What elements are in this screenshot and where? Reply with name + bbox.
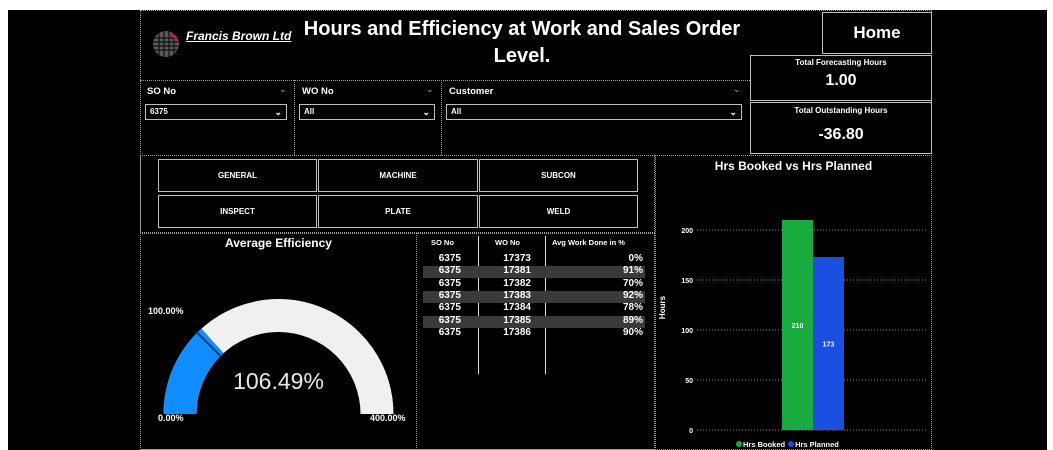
table-row[interactable]: 6375 17386 90% [423,326,645,340]
bar-data-label: 210 [792,323,804,330]
table-header-wo: WO No [495,238,520,247]
chart-legend: Hrs Booked Hrs Planned [736,440,839,449]
y-tick-label: 200 [681,228,693,235]
inspect-button[interactable]: INSPECT [158,195,317,228]
cell-avg: 0% [628,253,643,264]
chevron-down-icon: ⌄ [279,84,287,94]
home-button[interactable]: Home [822,12,932,54]
y-tick-label: 100 [681,328,693,335]
gauge-min-label: 0.00% [158,413,184,423]
filter-divider [441,80,442,155]
filter-divider [294,80,295,155]
y-tick-label: 50 [685,378,693,385]
wo-filter-label: WO No [302,86,334,97]
cell-wo: 17383 [503,289,531,301]
cell-so: 6375 [438,326,461,338]
cell-avg: 78% [622,302,643,314]
table-row[interactable]: 6375 17383 92% [423,289,645,303]
machine-button[interactable]: MACHINE [318,159,478,192]
chevron-down-icon: ⌄ [733,84,741,94]
cell-wo: 17373 [503,253,531,264]
outstanding-kpi-value: -36.80 [818,126,864,143]
so-filter-select[interactable]: 6375 ⌄ [145,104,287,120]
table-header-so: SO No [431,238,454,247]
cell-so: 6375 [438,314,461,326]
chevron-down-icon: ⌄ [274,107,282,117]
chevron-down-icon: ⌄ [422,107,430,117]
weld-button[interactable]: WELD [479,195,638,228]
cell-avg: 90% [622,326,643,338]
customer-filter-label: Customer [449,86,494,97]
cell-wo: 17381 [503,265,531,277]
outstanding-kpi-label: Total Outstanding Hours [794,106,888,115]
subcon-button[interactable]: SUBCON [479,159,638,192]
y-tick-label: 150 [681,278,693,285]
customer-filter-value: All [451,107,462,116]
page-title: Hours and Efficiency at Work and Sales O… [303,18,741,67]
bar-chart: 0 50 100 150 200 210 173 [681,220,927,435]
table-row[interactable]: 6375 17381 91% [423,265,645,279]
gauge-max-label: 400.00% [370,413,406,423]
table-row[interactable]: 6375 17384 78% [423,302,645,315]
bar-data-label: 173 [823,342,835,349]
table-row[interactable]: 6375 17382 70% [423,277,645,291]
legend-dot [788,441,795,447]
gauge-target-label: 100.00% [148,306,184,316]
table-header-avg: Avg Work Done in % [552,238,625,247]
cell-so: 6375 [438,265,461,277]
cell-avg: 89% [622,314,643,326]
cell-avg: 92% [622,289,643,301]
legend-item[interactable]: Hrs Planned [795,440,839,449]
cell-avg: 91% [622,265,643,277]
so-filter-label: SO No [147,86,177,97]
gauge-value: 106.49% [233,368,324,394]
cell-so: 6375 [438,289,461,301]
cell-wo: 17386 [503,326,531,338]
cell-avg: 70% [622,277,643,289]
forecast-kpi-value: 1.00 [825,72,857,89]
table-row[interactable]: 6375 17385 89% [423,314,645,328]
cell-wo: 17385 [503,314,531,326]
general-button[interactable]: GENERAL [158,159,317,192]
brand-name: Francis Brown Ltd [186,29,292,43]
table-row[interactable]: 6375 17373 0% [423,253,645,266]
legend-item[interactable]: Hrs Booked [743,440,785,449]
chevron-down-icon: ⌄ [729,107,737,117]
chart-title: Hrs Booked vs Hrs Planned [714,159,873,173]
cell-wo: 17384 [503,302,531,314]
gauge-title: Average Efficiency [225,236,332,250]
forecast-kpi-label: Total Forecasting Hours [795,58,887,67]
y-tick-label: 0 [689,428,693,435]
cell-wo: 17382 [503,277,531,289]
cell-so: 6375 [438,277,461,289]
customer-filter-select[interactable]: All ⌄ [446,104,742,120]
cell-so: 6375 [438,302,461,314]
legend-dot [736,441,742,447]
wo-filter-select[interactable]: All ⌄ [299,104,435,120]
wo-filter-value: All [304,107,315,116]
cell-so: 6375 [438,253,461,264]
so-filter-value: 6375 [150,107,168,116]
chevron-down-icon: ⌄ [426,84,434,94]
plate-button[interactable]: PLATE [318,195,478,228]
